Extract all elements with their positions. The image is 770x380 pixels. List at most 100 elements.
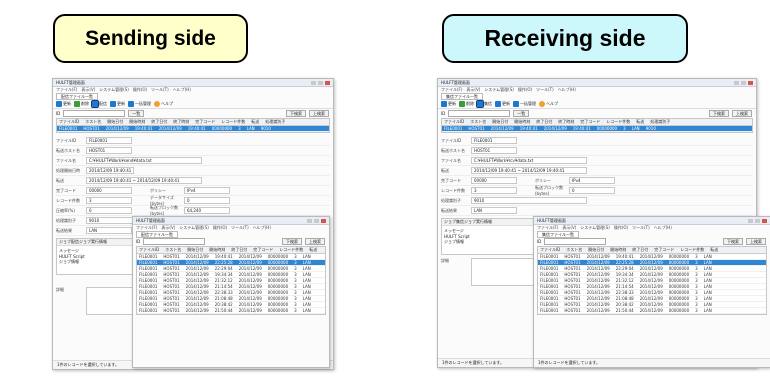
close-button[interactable] <box>748 80 753 85</box>
menu-item[interactable]: ツール(T) <box>632 225 650 231</box>
menu-item[interactable]: ツール(T) <box>231 225 249 231</box>
close-button[interactable] <box>325 80 330 85</box>
grid-column-header[interactable]: 開始時刻 <box>209 247 225 253</box>
tab-file-list[interactable]: 配信ファイル一覧 <box>56 92 98 100</box>
maximize-button[interactable] <box>741 80 746 85</box>
toolbar-button[interactable]: 集信 <box>476 99 492 108</box>
grid-column-header[interactable]: ホスト名 <box>165 247 181 253</box>
toolbar-button[interactable]: ヘルプ <box>539 100 558 107</box>
menu-item[interactable]: ヘルプ(H) <box>654 225 672 231</box>
grid-column-header[interactable]: 開始日付 <box>492 119 508 125</box>
close-button[interactable] <box>321 218 326 223</box>
grid-column-header[interactable]: 開始時刻 <box>610 247 626 253</box>
filter-select[interactable] <box>544 237 607 245</box>
search-button[interactable]: 上検索 <box>309 109 329 117</box>
grid-column-header[interactable]: レコード件数 <box>680 247 704 253</box>
maximize-button[interactable] <box>318 80 323 85</box>
grid-column-header[interactable]: 処理識別子 <box>650 119 670 125</box>
grid-column-header[interactable]: 終了時刻 <box>558 119 574 125</box>
maximize-button[interactable] <box>755 218 760 223</box>
grid-column-header[interactable]: 開始時刻 <box>129 119 145 125</box>
search-button[interactable]: 下検索 <box>286 109 306 117</box>
grid-column-header[interactable]: ホスト名 <box>566 247 582 253</box>
grid-column-header[interactable]: 処理識別子 <box>265 119 285 125</box>
menu-item[interactable]: システム管理(S) <box>580 225 610 231</box>
menu-item[interactable]: ヘルプ(H) <box>558 87 576 93</box>
menu-item[interactable]: システム管理(S) <box>484 87 514 93</box>
search-button[interactable]: 上検索 <box>746 237 766 245</box>
grid-column-header[interactable]: ファイルID <box>540 247 560 253</box>
grid-column-header[interactable]: 完了コード <box>580 119 600 125</box>
grid-column-header[interactable]: ホスト名 <box>85 119 101 125</box>
tab-file-list[interactable]: 集信ファイル一覧 <box>441 92 483 100</box>
grid-column-header[interactable]: 終了日付 <box>536 119 552 125</box>
grid-column-header[interactable]: 転送 <box>636 119 644 125</box>
grid-column-header[interactable]: ファイルID <box>444 119 464 125</box>
search-button[interactable]: 下検索 <box>282 237 302 245</box>
toolbar-button[interactable]: 削除 <box>74 100 89 107</box>
grid-column-header[interactable]: ファイルID <box>59 119 79 125</box>
table-row[interactable]: FILE0001 HOST01 2014/12/09 21:50:44 2014/12/… <box>538 308 766 314</box>
grid-column-header[interactable]: 開始時刻 <box>514 119 530 125</box>
search-button[interactable]: 下検索 <box>709 109 729 117</box>
menu-item[interactable]: システム管理(S) <box>179 225 209 231</box>
grid-column-header[interactable]: 終了日付 <box>632 247 648 253</box>
toolbar-button[interactable]: 一括管理 <box>128 100 151 107</box>
grid-column-header[interactable]: 開始日付 <box>187 247 203 253</box>
filter-select[interactable] <box>143 237 206 245</box>
grid-column-header[interactable]: ホスト名 <box>470 119 486 125</box>
menu-item[interactable]: ツール(T) <box>536 87 554 93</box>
filter-button[interactable]: 一覧 <box>513 109 530 117</box>
grid-column-header[interactable]: レコード件数 <box>279 247 303 253</box>
search-button[interactable]: 上検索 <box>305 237 325 245</box>
toolbar-button[interactable]: ヘルプ <box>154 100 173 107</box>
toolbar-button[interactable]: 配信 <box>91 99 107 108</box>
grid-column-header[interactable]: 転送 <box>251 119 259 125</box>
toolbar-button[interactable]: 一括管理 <box>513 100 536 107</box>
menu-item[interactable]: 操作(O) <box>213 225 227 231</box>
grid-column-header[interactable]: 終了時刻 <box>173 119 189 125</box>
grid-column-header[interactable]: 終了日付 <box>151 119 167 125</box>
grid-column-header[interactable]: 転送 <box>710 247 718 253</box>
minimize-button[interactable] <box>748 218 753 223</box>
maximize-button[interactable] <box>314 218 319 223</box>
search-button[interactable]: 上検索 <box>732 109 752 117</box>
tab-file-list[interactable]: 配信ファイル一覧 <box>136 230 178 238</box>
menu-item[interactable]: ヘルプ(H) <box>253 225 271 231</box>
grid-column-header[interactable]: レコード件数 <box>221 119 245 125</box>
grid-column-header[interactable]: 完了コード <box>253 247 273 253</box>
filter-select[interactable] <box>448 109 511 117</box>
grid-column-header[interactable]: レコード件数 <box>606 119 630 125</box>
detail-label: 圧縮率(%) <box>56 207 75 213</box>
table-row[interactable]: FILE0001 HOST01 2014/12/09 19:40:41 2014/12/… <box>442 126 752 132</box>
grid-column-header[interactable]: ファイルID <box>139 247 159 253</box>
table-row[interactable]: FILE0001 HOST01 2014/12/09 21:50:44 2014/12/… <box>137 308 325 314</box>
grid-column-header[interactable]: 完了コード <box>654 247 674 253</box>
close-button[interactable] <box>762 218 767 223</box>
menu-item[interactable]: 操作(O) <box>133 87 147 93</box>
menu-item[interactable]: 操作(O) <box>614 225 628 231</box>
grid-column-header[interactable]: 転送 <box>309 247 317 253</box>
grid-column-header[interactable]: 終了日付 <box>231 247 247 253</box>
toolbar-button[interactable]: 削除 <box>459 100 474 107</box>
minimize-button[interactable] <box>734 80 739 85</box>
filter-select[interactable] <box>63 109 126 117</box>
menu-item[interactable]: 操作(O) <box>518 87 532 93</box>
toolbar-button[interactable]: 更新 <box>56 100 71 107</box>
menu-item[interactable]: ヘルプ(H) <box>173 87 191 93</box>
toolbar-button[interactable]: 更新 <box>110 100 125 107</box>
minimize-button[interactable] <box>311 80 316 85</box>
menu-item[interactable]: システム管理(S) <box>99 87 129 93</box>
grid-column-header[interactable]: 開始日付 <box>107 119 123 125</box>
minimize-button[interactable] <box>307 218 312 223</box>
tab-file-list[interactable]: 集信ファイル一覧 <box>537 230 579 238</box>
search-button[interactable]: 下検索 <box>723 237 743 245</box>
toolbar-button[interactable]: 更新 <box>495 100 510 107</box>
grid-column-header[interactable]: 完了コード <box>195 119 215 125</box>
toolbar-button[interactable]: 更新 <box>441 100 456 107</box>
menu-item[interactable]: ツール(T) <box>151 87 169 93</box>
grid-column-header[interactable]: 開始日付 <box>588 247 604 253</box>
filter-button[interactable]: 一覧 <box>128 109 145 117</box>
table-row[interactable]: FILE0001 HOST01 2014/12/09 19:40:41 2014/12/… <box>57 126 329 132</box>
grid-cell: FILE0001 <box>540 308 559 313</box>
